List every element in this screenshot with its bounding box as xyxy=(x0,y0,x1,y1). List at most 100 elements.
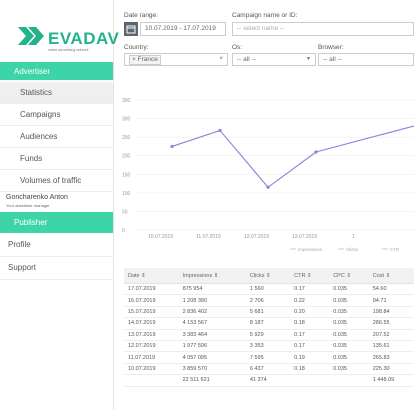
column-header-clicks[interactable]: Clicks ⇕ xyxy=(245,268,291,284)
y-tick-label: 150 xyxy=(122,172,131,178)
sidebar-item-volumes[interactable]: Volumes of traffic xyxy=(0,170,113,192)
total-cell: 41 374 xyxy=(245,374,291,387)
y-tick-label: 50 xyxy=(122,209,128,215)
table-cell: 11.07.2019 xyxy=(124,351,179,364)
table-cell: 8 187 xyxy=(245,317,291,330)
date-range-input[interactable]: 10.07.2019 - 17.07.2019 xyxy=(140,22,226,36)
country-label: Country: xyxy=(124,44,149,51)
table-cell: 0.035 xyxy=(329,294,369,307)
table-row: 12.07.2019 1 977 506 3 353 0.17 0.035 135.61 xyxy=(124,340,414,353)
date-range-label: Date range: xyxy=(124,12,158,19)
clear-icon[interactable]: × xyxy=(219,54,223,65)
sidebar-item-label: Funds xyxy=(20,154,43,163)
table-cell: 135.61 xyxy=(368,340,414,353)
x-tick-label: 12.07.2019 xyxy=(244,234,269,240)
table-cell: 3 383 464 xyxy=(178,329,246,341)
table-cell: 5 681 xyxy=(245,306,291,319)
table-cell: 225.30 xyxy=(368,363,414,376)
sidebar-item-profile[interactable]: Profile xyxy=(0,235,113,257)
table-cell: 0.035 xyxy=(329,283,369,296)
table-cell: 1 208 380 xyxy=(178,294,246,307)
table-cell: 0.19 xyxy=(290,351,330,364)
statistics-chart: 350 300 250 200 150 100 50 0 10.07.2019 11.07.201… xyxy=(120,92,414,262)
y-tick-label: 0 xyxy=(122,228,125,234)
table-cell: 0.035 xyxy=(329,306,369,319)
table-cell: 2 706 xyxy=(245,294,291,307)
table-cell: 4 057 095 xyxy=(178,351,246,364)
impressions-data-point xyxy=(314,150,318,154)
browser-label: Browser: xyxy=(318,44,344,51)
table-cell: 0.18 xyxy=(290,317,330,330)
table-row: 17.07.2019 875 954 1 560 0.17 0.035 54.60 xyxy=(124,283,414,296)
y-tick-label: 200 xyxy=(122,154,131,160)
calendar-icon[interactable] xyxy=(124,22,138,36)
table-cell: 5 929 xyxy=(245,329,291,341)
sidebar-item-support[interactable]: Support xyxy=(0,258,113,280)
sidebar-item-funds[interactable]: Funds xyxy=(0,148,113,170)
total-cell: 22 511 621 xyxy=(178,374,246,387)
impressions-data-point xyxy=(170,144,174,149)
column-header-impressions[interactable]: Impressions ⇕ xyxy=(178,268,246,284)
table-cell: 0.17 xyxy=(290,329,330,341)
os-select-value: -- all -- xyxy=(237,56,256,63)
table-header-row: Date ⇕ Impressions ⇕ Clicks ⇕ CTR ⇕ CPC ⇕ Cos… xyxy=(124,268,414,284)
table-cell: 15.07.2019 xyxy=(124,306,179,319)
table-cell: 0.035 xyxy=(329,317,369,330)
table-cell: 198.84 xyxy=(368,306,414,319)
manager-role: Your advertiser manager xyxy=(6,203,50,208)
os-select[interactable]: -- all -- ▼ xyxy=(232,53,316,66)
x-tick-label: 13.07.2019 xyxy=(292,234,317,240)
sidebar-item-label: Profile xyxy=(8,240,31,249)
y-tick-label: 100 xyxy=(122,191,131,197)
x-tick-label: 11.07.2019 xyxy=(196,234,221,240)
sidebar-item-label: Campaigns xyxy=(20,110,61,119)
table-cell: 94.71 xyxy=(368,294,414,307)
sidebar-item-label: Support xyxy=(8,263,37,272)
sidebar-item-advertiser[interactable]: Advertiser xyxy=(0,62,113,80)
table-cell: 0.20 xyxy=(290,306,330,319)
sidebar-item-publisher[interactable]: Publisher xyxy=(0,212,113,233)
table-cell: 3 353 xyxy=(245,340,291,353)
sidebar-item-statistics[interactable]: Statistics xyxy=(0,82,113,104)
country-select[interactable]: × France × xyxy=(124,53,228,66)
sidebar-item-label: Statistics xyxy=(20,88,53,97)
brand-tagline: native advertising network xyxy=(48,48,89,52)
campaign-search-input[interactable]: -- select name -- xyxy=(232,22,414,36)
sidebar-item-label: Volumes of traffic xyxy=(20,176,82,185)
campaign-label: Campaign name or ID: xyxy=(232,12,298,19)
y-tick-label: 250 xyxy=(122,135,131,141)
browser-select-value: -- all -- xyxy=(323,56,342,63)
column-header-cpc[interactable]: CPC ⇕ xyxy=(329,268,369,284)
legend-label: Impressions xyxy=(298,247,323,252)
country-tag[interactable]: × France xyxy=(129,55,161,65)
table-cell: 286.55 xyxy=(368,317,414,330)
table-cell: 0.22 xyxy=(290,294,330,307)
table-cell: 7 595 xyxy=(245,351,291,364)
legend-label: CTR xyxy=(390,247,400,252)
sidebar-item-label: Advertiser xyxy=(14,67,51,76)
table-row: 16.07.2019 1 208 380 2 706 0.22 0.035 94.71 xyxy=(124,294,414,307)
main-content: Date range: 10.07.2019 - 17.07.2019 Camp… xyxy=(120,0,414,410)
sidebar-item-audiences[interactable]: Audiences xyxy=(0,126,113,148)
table-cell: 4 153 567 xyxy=(178,317,246,330)
table-cell: 1 977 506 xyxy=(178,340,246,353)
table-cell: 2 836 402 xyxy=(178,306,246,319)
column-header-cost[interactable]: Cost ⇕ xyxy=(368,268,414,284)
table-row: 14.07.2019 4 153 567 8 187 0.18 0.035 286.55 xyxy=(124,317,414,330)
sidebar-item-campaigns[interactable]: Campaigns xyxy=(0,104,113,126)
total-cell: 1 448.09 xyxy=(368,374,414,387)
sidebar-item-label: Audiences xyxy=(20,132,58,141)
table-cell: 0.18 xyxy=(290,363,330,376)
brand-logo[interactable]: EVADAV native advertising network xyxy=(10,18,119,52)
column-header-ctr[interactable]: CTR ⇕ xyxy=(290,268,330,284)
impressions-series-line xyxy=(171,125,414,189)
table-cell: 0.17 xyxy=(290,340,330,353)
browser-select[interactable]: -- all -- xyxy=(318,53,414,66)
table-totals-row: 22 511 621 41 374 1 448.09 xyxy=(124,374,414,387)
table-cell: 1 560 xyxy=(245,283,291,296)
os-label: Os: xyxy=(232,44,243,51)
table-cell: 265.83 xyxy=(368,351,414,364)
table-cell: 207.52 xyxy=(368,329,414,341)
column-header-date[interactable]: Date ⇕ xyxy=(124,268,179,284)
table-cell: 10.07.2019 xyxy=(124,363,179,376)
